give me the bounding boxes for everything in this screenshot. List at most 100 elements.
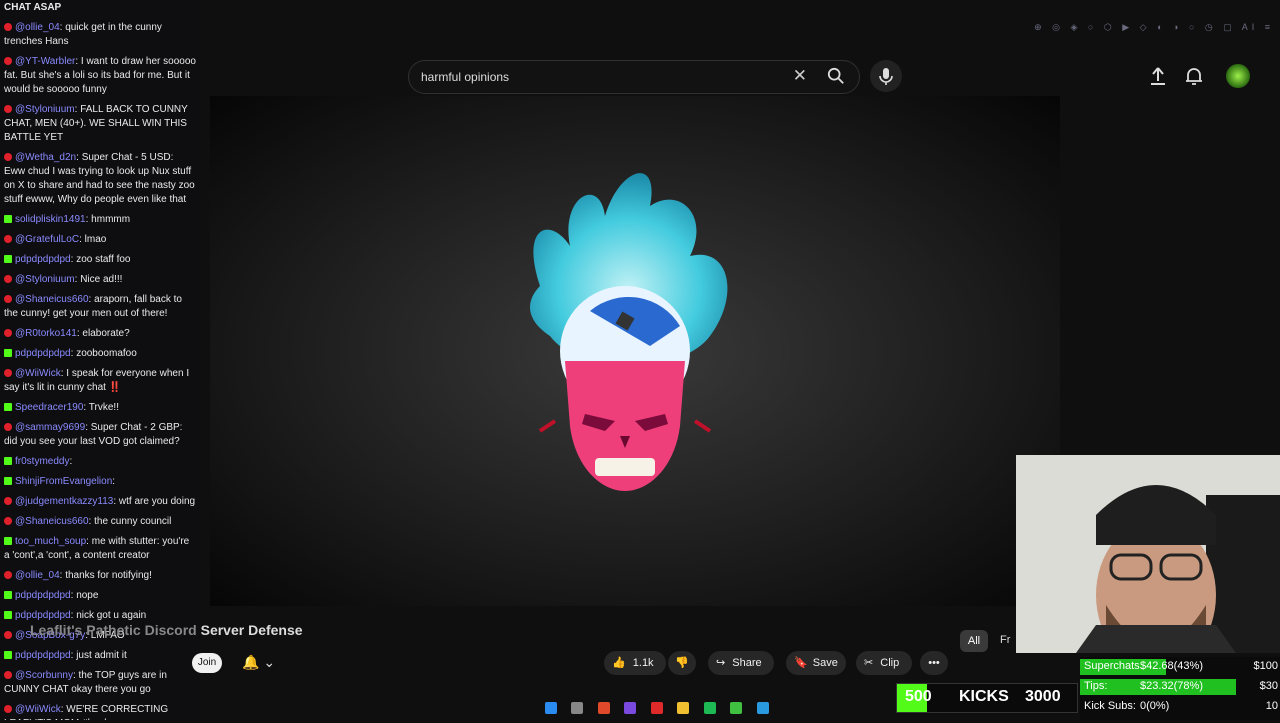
chat-message: @ollie_04: quick get in the cunny trench…: [4, 22, 162, 47]
chat-text: thanks for notifying!: [65, 570, 152, 581]
youtube-icon: [4, 57, 12, 65]
youtube-icon: [4, 705, 12, 713]
chat-username[interactable]: @Scorbunny: [15, 670, 73, 681]
tips-value: $23.32(78%): [1140, 680, 1203, 692]
voice-search-button[interactable]: [870, 60, 902, 92]
chat-username[interactable]: @GratefulLoC: [15, 234, 79, 245]
join-button[interactable]: Join: [192, 653, 222, 673]
chat-message: pdpdpdpdpd: zoo staff foo: [0, 252, 200, 268]
chat-username[interactable]: @WiiWick: [15, 704, 61, 715]
youtube-header: harmful opinions ✕: [200, 52, 1280, 96]
clip-button[interactable]: ✂ Clip: [856, 651, 912, 675]
chat-username[interactable]: Speedracer190: [15, 402, 83, 413]
chat-username[interactable]: pdpdpdpdpd: [15, 348, 71, 359]
chat-username[interactable]: @Shaneicus660: [15, 516, 89, 527]
spotify-icon[interactable]: [703, 702, 716, 714]
kicks-goal-bar: 500 KICKS 3000: [896, 683, 1078, 713]
video-title-text: Server Defense: [200, 622, 303, 638]
search-icon[interactable]: [827, 67, 845, 85]
chat-username[interactable]: pdpdpdpdpd: [15, 254, 71, 265]
search-box[interactable]: harmful opinions ✕: [408, 60, 860, 94]
taskbar: [540, 698, 774, 720]
chat-message: @Shaneicus660: the cunny council: [0, 514, 200, 530]
share-button[interactable]: ↪ Share: [708, 651, 774, 675]
chrome-icon[interactable]: [597, 702, 610, 714]
like-count: 1.1k: [632, 657, 654, 669]
youtube-icon: [4, 235, 12, 243]
chat-username[interactable]: pdpdpdpdpd: [15, 610, 71, 621]
youtube-icon: [4, 571, 12, 579]
thumbs-up-icon: 👍: [612, 657, 626, 669]
chat-message: @ollie_04: thanks for notifying!: [0, 568, 200, 584]
chat-username[interactable]: @Styloniuum: [15, 274, 75, 285]
chat-username[interactable]: solidpliskin1491: [15, 214, 86, 225]
kick-icon: [4, 611, 12, 619]
chat-username[interactable]: @ollie_04: [15, 570, 60, 581]
chat-username[interactable]: too_much_soup: [15, 536, 86, 547]
chat-username[interactable]: pdpdpdpdpd: [15, 590, 71, 601]
chat-message: pdpdpdpdpd: just admit it: [0, 648, 200, 664]
kick-subs-goal: 10: [1265, 700, 1278, 712]
tab-next[interactable]: Fr: [1000, 634, 1010, 646]
chat-text: Nice ad!!!: [80, 274, 123, 285]
youtube-icon: [4, 517, 12, 525]
bookmark-icon: 🔖: [794, 657, 808, 669]
more-actions-button[interactable]: •••: [920, 651, 948, 675]
subscribe-bell-icon[interactable]: 🔔 ⌄: [242, 654, 275, 671]
clear-search-icon[interactable]: ✕: [793, 66, 807, 86]
chat-username[interactable]: @ollie_04: [15, 22, 60, 33]
chat-username[interactable]: @judgementkazzy113: [15, 496, 113, 507]
chat-text: zoo staff foo: [76, 254, 131, 265]
notifications-icon[interactable]: [1182, 64, 1206, 88]
chat-username[interactable]: @WiiWick: [15, 368, 61, 379]
kick-icon: [4, 255, 12, 263]
upload-icon[interactable]: [1146, 64, 1170, 88]
chat-message: pdpdpdpdpd: zooboomafoo: [0, 346, 200, 362]
kick-subs-value: 0(0%): [1140, 700, 1170, 712]
xbox-icon[interactable]: [730, 702, 743, 714]
youtube-icon: [4, 631, 12, 639]
chat-text: wtf are you doing: [118, 496, 196, 507]
chat-username[interactable]: @YT-Warbler: [15, 56, 75, 67]
donation-stats: Superchats $42.68(43%) $100 Tips: $23.32…: [1080, 657, 1280, 720]
app-icon[interactable]: [624, 702, 637, 714]
search-taskbar-icon[interactable]: [571, 702, 584, 714]
chat-text: nope: [76, 590, 99, 601]
start-icon[interactable]: [545, 702, 557, 714]
youtube-app-icon[interactable]: [650, 702, 663, 714]
video-player[interactable]: [210, 96, 1060, 606]
chat-message: @WiiWick: I speak for everyone when I sa…: [4, 368, 190, 393]
channel-name[interactable]: Leaflit's Pathetic Discord: [30, 622, 197, 638]
youtube-icon: [4, 329, 12, 337]
chat-username[interactable]: @sammay9699: [15, 422, 85, 433]
extension-icons[interactable]: ⊕ ◎ ◈ ○ ⬡ ▶ ◇ ◐ ◑ ○ ◷ ▢ AI ≡: [1034, 22, 1274, 33]
kick-icon: [4, 457, 12, 465]
chat-username[interactable]: @Styloniuum: [15, 104, 75, 115]
tab-all[interactable]: All: [960, 630, 988, 652]
chat-username[interactable]: ShinjiFromEvangelion: [15, 476, 112, 487]
chat-username[interactable]: @Shaneicus660: [15, 294, 89, 305]
kick-icon: [4, 651, 12, 659]
kick-icon: [4, 477, 12, 485]
chat-message: @Wetha_d2n: Super Chat - 5 USD: Eww chud…: [4, 152, 195, 205]
superchats-goal: $100: [1253, 660, 1278, 672]
save-button[interactable]: 🔖 Save: [786, 651, 846, 675]
youtube-icon: [4, 369, 12, 377]
chat-username[interactable]: @Wetha_d2n: [15, 152, 76, 163]
avatar[interactable]: [1226, 64, 1250, 88]
chat-message: ShinjiFromEvangelion:: [0, 474, 200, 490]
like-button[interactable]: 👍 1.1k: [604, 651, 666, 675]
chat-username[interactable]: fr0stymeddy: [15, 456, 69, 467]
chat-username[interactable]: @R0torko141: [15, 328, 77, 339]
chat-message: @YT-Warbler: I want to draw her sooooo f…: [4, 56, 196, 95]
more-icon: •••: [928, 657, 940, 669]
chat-message: @Shaneicus660: araporn, fall back to the…: [4, 294, 182, 319]
dislike-button[interactable]: 👎: [668, 651, 696, 675]
search-input[interactable]: harmful opinions: [421, 70, 509, 84]
kick-icon: [4, 537, 12, 545]
telegram-icon[interactable]: [756, 702, 769, 714]
folder-icon[interactable]: [677, 702, 690, 714]
webcam-feed: [1016, 455, 1280, 653]
chat-message: @Styloniuum: Nice ad!!!: [0, 272, 200, 288]
chat-username[interactable]: pdpdpdpdpd: [15, 650, 71, 661]
